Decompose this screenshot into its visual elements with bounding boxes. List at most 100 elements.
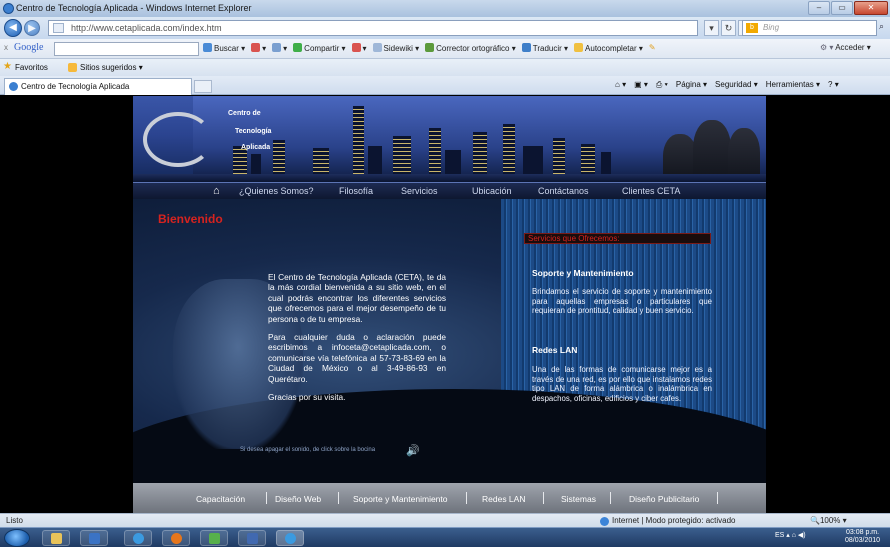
wrench-icon[interactable]: ⚙ ▾ — [820, 43, 833, 52]
help-icon[interactable]: ? ▾ — [828, 80, 839, 90]
google-search-input[interactable] — [54, 42, 199, 56]
pagina-menu[interactable]: Página ▾ — [676, 80, 707, 90]
google-toolbar: x Google Buscar ▾ ▾ ▾ Compartir ▾ ▾ Side… — [0, 39, 890, 59]
taskbar-explorer[interactable] — [42, 530, 70, 546]
taskbar-ie-active[interactable] — [276, 530, 304, 546]
footer-sistemas[interactable]: Sistemas — [561, 494, 596, 504]
autocompletar-button[interactable]: Autocompletar ▾ — [574, 43, 643, 53]
favorites-star-icon: ★ — [3, 61, 12, 72]
nav-clientes-ceta[interactable]: Clientes CETA — [622, 186, 680, 196]
share-icon — [293, 43, 303, 52]
intro-paragraph-2: Para cualquier duda o aclaración puede e… — [268, 332, 446, 384]
traducir-button[interactable]: Traducir ▾ — [521, 43, 568, 53]
site-nav: ⌂ ¿Quienes Somos? Filosofía Servicios Ub… — [133, 182, 766, 199]
nav-quienes-somos[interactable]: ¿Quienes Somos? — [239, 186, 314, 196]
window-title: Centro de Tecnología Aplicada - Windows … — [16, 3, 252, 13]
web-page: Centro de Tecnología Aplicada ⌂ ¿Quienes… — [0, 96, 890, 513]
service-2-text: Una de las formas de comunicarse mejor e… — [532, 365, 712, 403]
back-button[interactable]: ◀ — [4, 19, 22, 37]
spellcheck-icon — [425, 43, 435, 52]
taskbar-ie[interactable] — [124, 530, 152, 546]
buscar-button[interactable]: Buscar ▾ — [203, 43, 245, 53]
search-icon[interactable]: ⌕ — [879, 21, 884, 32]
ceta-logo: Centro de Tecnología Aplicada — [143, 104, 271, 174]
gmail-icon — [251, 43, 261, 52]
herramientas-menu[interactable]: Herramientas ▾ — [766, 80, 820, 90]
favorites-bar: ★ Favoritos Sitios sugeridos ▾ — [0, 59, 890, 76]
footer-redes-lan[interactable]: Redes LAN — [482, 494, 525, 504]
corrector-button[interactable]: Corrector ortográfico ▾ — [425, 43, 516, 53]
taskbar-app[interactable] — [200, 530, 228, 546]
firefox-icon — [171, 533, 182, 544]
sound-note: Si desea apagar el sonido, de click sobr… — [240, 447, 376, 453]
ie-taskbar-icon — [133, 533, 144, 544]
search-input[interactable]: b Bing — [742, 20, 877, 36]
logo-line-2: Tecnología — [235, 128, 272, 135]
bookmark-icon — [351, 43, 361, 52]
security-zone[interactable]: Internet | Modo protegido: activado — [600, 514, 736, 527]
toolbar-button-3[interactable]: ▾ — [272, 43, 287, 53]
city-skyline-image — [193, 96, 766, 182]
compat-view-icon[interactable]: ▾ — [704, 20, 719, 36]
maximize-button[interactable]: ▭ — [831, 1, 853, 15]
suggested-sites-icon — [68, 63, 77, 72]
footer-capacitacion[interactable]: Capacitación — [196, 494, 245, 504]
bing-icon: b — [746, 23, 758, 33]
maps-icon — [272, 43, 282, 52]
minimize-button[interactable]: – — [808, 1, 830, 15]
compartir-button[interactable]: Compartir ▾ — [293, 43, 346, 53]
publisher-icon — [247, 533, 258, 544]
taskbar-firefox[interactable] — [162, 530, 190, 546]
forward-button[interactable]: ▶ — [24, 20, 40, 36]
footer-soporte[interactable]: Soporte y Mantenimiento — [353, 494, 448, 504]
seguridad-menu[interactable]: Seguridad ▾ — [715, 80, 758, 90]
nav-filosofia[interactable]: Filosofía — [339, 186, 373, 196]
zoom-control[interactable]: 🔍100% ▾ — [810, 514, 847, 527]
footer-diseno-web[interactable]: Diseño Web — [275, 494, 321, 504]
sidewiki-icon — [372, 43, 382, 52]
tab-active[interactable]: Centro de Tecnología Aplicada — [4, 78, 192, 95]
toolbar-close-icon[interactable]: x — [4, 43, 8, 52]
site-header: Centro de Tecnología Aplicada — [133, 96, 766, 182]
taskbar-publisher[interactable] — [238, 530, 266, 546]
print-icon[interactable]: ⎙ ▾ — [656, 80, 668, 90]
url-field[interactable]: http://www.cetaplicada.com/index.htm — [48, 20, 698, 36]
acceder-button[interactable]: Acceder ▾ — [835, 43, 871, 52]
folder-icon — [51, 533, 62, 544]
toolbar-button-5[interactable]: ▾ — [351, 43, 367, 53]
address-bar: ◀ ▶ http://www.cetaplicada.com/index.htm… — [0, 17, 890, 39]
clock[interactable]: 03:08 p.m. 08/03/2010 — [845, 529, 880, 545]
favorites-button[interactable]: Favoritos — [15, 59, 48, 76]
nav-contactanos[interactable]: Contáctanos — [538, 186, 589, 196]
close-button[interactable]: ✕ — [854, 1, 888, 15]
start-button[interactable] — [4, 529, 30, 547]
suggested-sites-button[interactable]: Sitios sugeridos ▾ — [80, 59, 143, 76]
autofill-icon — [574, 43, 584, 52]
sidewiki-button[interactable]: Sidewiki ▾ — [372, 43, 419, 53]
pencil-icon[interactable]: ✎ — [649, 43, 656, 53]
home-nav-icon[interactable]: ⌂ — [213, 185, 225, 197]
feeds-icon[interactable]: ▣ ▾ — [634, 80, 648, 90]
toolbar-button-2[interactable]: ▾ — [251, 43, 266, 53]
welcome-title: Bienvenido — [158, 212, 223, 226]
refresh-icon[interactable]: ↻ — [721, 20, 736, 36]
speaker-icon[interactable]: 🔊 — [406, 444, 420, 457]
nav-ubicacion[interactable]: Ubicación — [472, 186, 512, 196]
footer-diseno-publicitario[interactable]: Diseño Publicitario — [629, 494, 699, 504]
buscar-icon — [203, 43, 212, 52]
page-icon — [53, 23, 64, 33]
globe-icon — [600, 517, 609, 526]
taskbar-media[interactable] — [80, 530, 108, 546]
language-indicator[interactable]: ES — [775, 532, 784, 539]
taskbar: ES ▴ ⌂ ◀) 03:08 p.m. 08/03/2010 — [0, 527, 890, 547]
app-icon — [209, 533, 220, 544]
media-icon — [89, 533, 100, 544]
status-text: Listo — [6, 516, 23, 525]
home-icon[interactable]: ⌂ ▾ — [615, 80, 626, 90]
url-text: http://www.cetaplicada.com/index.htm — [71, 23, 222, 33]
clock-time: 03:08 p.m. — [845, 529, 880, 536]
nav-servicios[interactable]: Servicios — [401, 186, 438, 196]
new-tab-button[interactable] — [194, 80, 212, 93]
translate-icon — [521, 43, 531, 52]
command-bar: ⌂ ▾ ▣ ▾ ⎙ ▾ Página ▾ Seguridad ▾ Herrami… — [615, 80, 839, 90]
